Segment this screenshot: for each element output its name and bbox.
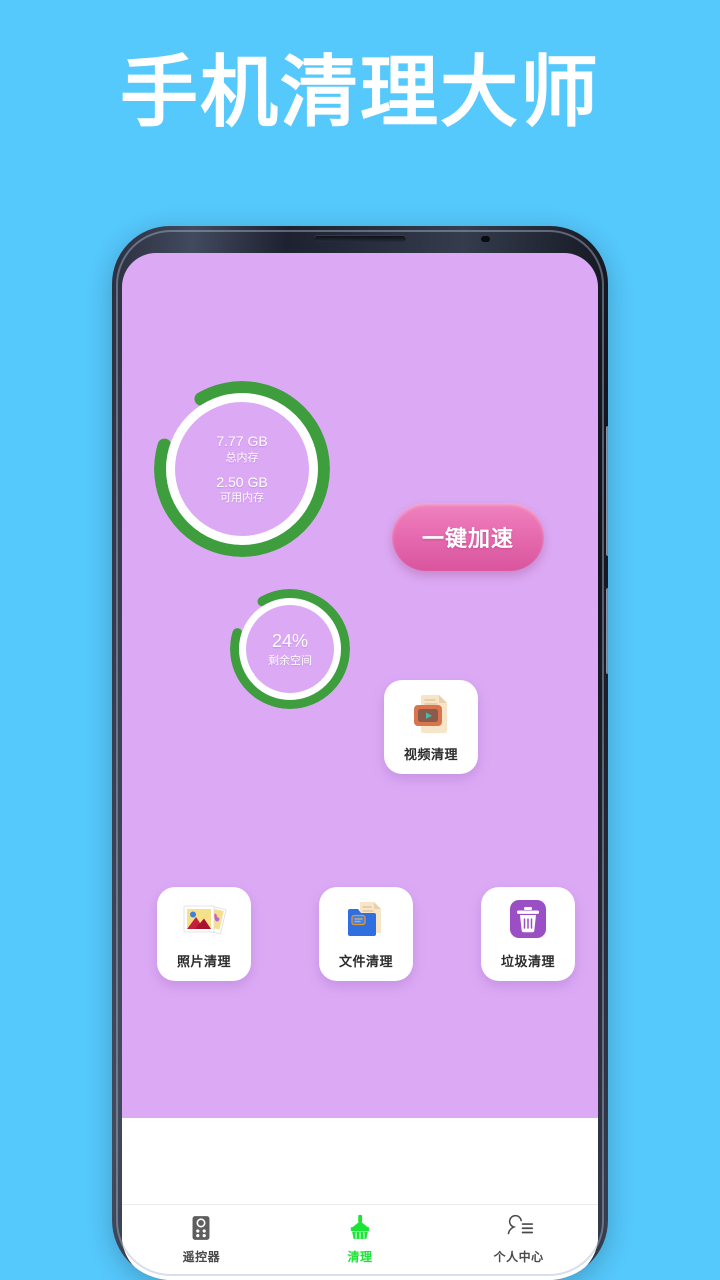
card-video-clean-label: 视频清理 — [403, 747, 458, 762]
storage-percent-value: 24% — [271, 631, 309, 652]
card-file-clean-label: 文件清理 — [338, 954, 393, 969]
power-button[interactable] — [606, 588, 608, 674]
memory-ring-center: 7.77 GB 总内存 2.50 GB 可用内存 — [216, 432, 267, 506]
person-menu-icon — [504, 1213, 534, 1243]
phone-screen: 7.77 GB 总内存 2.50 GB 可用内存 24% 剩余空间 一键加速 视… — [122, 253, 598, 1280]
one-key-accelerate-button[interactable]: 一键加速 — [392, 503, 544, 571]
video-file-icon — [407, 691, 455, 737]
card-photo-clean[interactable]: 照片清理 — [157, 887, 251, 981]
bottom-navigation-bar: 遥控器 清理 个人中心 — [122, 1204, 598, 1280]
nav-item-clean[interactable]: 清理 — [281, 1213, 440, 1265]
earpiece-speaker — [314, 235, 406, 242]
page-title: 手机清理大师 — [119, 48, 600, 136]
card-trash-clean-label: 垃圾清理 — [500, 954, 555, 969]
card-video-clean[interactable]: 视频清理 — [384, 680, 478, 774]
card-trash-clean[interactable]: 垃圾清理 — [481, 887, 575, 981]
broom-icon — [346, 1213, 374, 1243]
storage-ring[interactable]: 24% 剩余空间 — [230, 589, 350, 709]
memory-available-value: 2.50 GB — [216, 473, 268, 490]
memory-ring[interactable]: 7.77 GB 总内存 2.50 GB 可用内存 — [154, 381, 330, 557]
nav-item-remote-label: 遥控器 — [182, 1250, 221, 1264]
memory-total-label: 总内存 — [225, 451, 259, 464]
photo-stack-icon — [180, 898, 228, 944]
volume-button[interactable] — [606, 426, 608, 556]
storage-ring-center: 24% 剩余空间 — [268, 629, 312, 668]
card-file-clean[interactable]: 文件清理 — [319, 887, 413, 981]
front-camera-icon — [481, 236, 490, 242]
folder-icon — [342, 898, 390, 944]
card-photo-clean-label: 照片清理 — [176, 954, 231, 969]
nav-item-remote[interactable]: 遥控器 — [122, 1213, 281, 1265]
nav-item-clean-label: 清理 — [347, 1250, 373, 1264]
nav-item-profile[interactable]: 个人中心 — [439, 1213, 598, 1265]
phone-mockup: 7.77 GB 总内存 2.50 GB 可用内存 24% 剩余空间 一键加速 视… — [112, 226, 608, 1280]
memory-available-label: 可用内存 — [220, 492, 264, 505]
trash-can-icon — [504, 898, 552, 944]
remote-control-icon — [190, 1213, 212, 1243]
memory-total-value: 7.77 GB — [216, 432, 268, 449]
nav-item-profile-label: 个人中心 — [493, 1250, 544, 1264]
storage-percent-label: 剩余空间 — [268, 654, 312, 667]
